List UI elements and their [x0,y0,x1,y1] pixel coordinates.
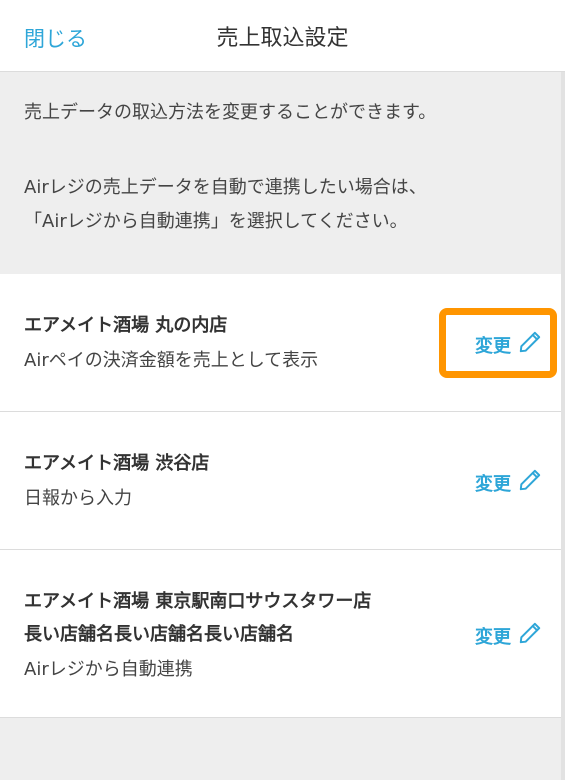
intro-text-2-line-1: Airレジの売上データを自動で連携したい場合は、 [24,177,427,198]
scrollbar-track[interactable] [561,72,565,780]
import-method: Airペイの決済金額を売上として表示 [24,350,319,371]
change-button[interactable]: 変更 [475,620,543,651]
store-name: エアメイト酒場 東京駅南口サウスタワー店 [24,591,372,612]
intro-text-2-line-2: 「Airレジから自動連携」を選択してください。 [24,211,408,232]
intro-text-2: Airレジの売上データを自動で連携したい場合は、 「Airレジから自動連携」を選… [24,171,427,239]
store-name-continued: 長い店舗名長い店舗名長い店舗名 [24,624,294,645]
store-name: エアメイト酒場 渋谷店 [24,453,210,474]
change-button-label: 変更 [475,473,511,495]
pencil-icon [517,467,543,498]
import-method: 日報から入力 [24,488,132,509]
intro-text-1: 売上データの取込方法を変更することができます。 [24,102,437,123]
store-list: エアメイト酒場 丸の内店 Airペイの決済金額を売上として表示 変更 エアメイト… [0,274,565,718]
change-button[interactable]: 変更 [475,467,543,498]
store-row: エアメイト酒場 丸の内店 Airペイの決済金額を売上として表示 変更 [0,274,565,412]
change-button[interactable]: 変更 [475,329,543,360]
page-title: 売上取込設定 [216,26,349,51]
store-row: エアメイト酒場 渋谷店 日報から入力 変更 [0,412,565,550]
import-method: Airレジから自動連携 [24,659,193,680]
change-button-label: 変更 [475,335,511,357]
change-button-label: 変更 [475,626,511,648]
intro-section: 売上データの取込方法を変更することができます。 Airレジの売上データを自動で連… [0,72,565,274]
header-bar: 閉じる 売上取込設定 [0,0,565,72]
sales-import-settings-screen: 閉じる 売上取込設定 売上データの取込方法を変更することができます。 Airレジ… [0,0,565,780]
pencil-icon [517,329,543,360]
store-row: エアメイト酒場 東京駅南口サウスタワー店 長い店舗名長い店舗名長い店舗名 Air… [0,550,565,718]
pencil-icon [517,620,543,651]
store-name: エアメイト酒場 丸の内店 [24,315,228,336]
